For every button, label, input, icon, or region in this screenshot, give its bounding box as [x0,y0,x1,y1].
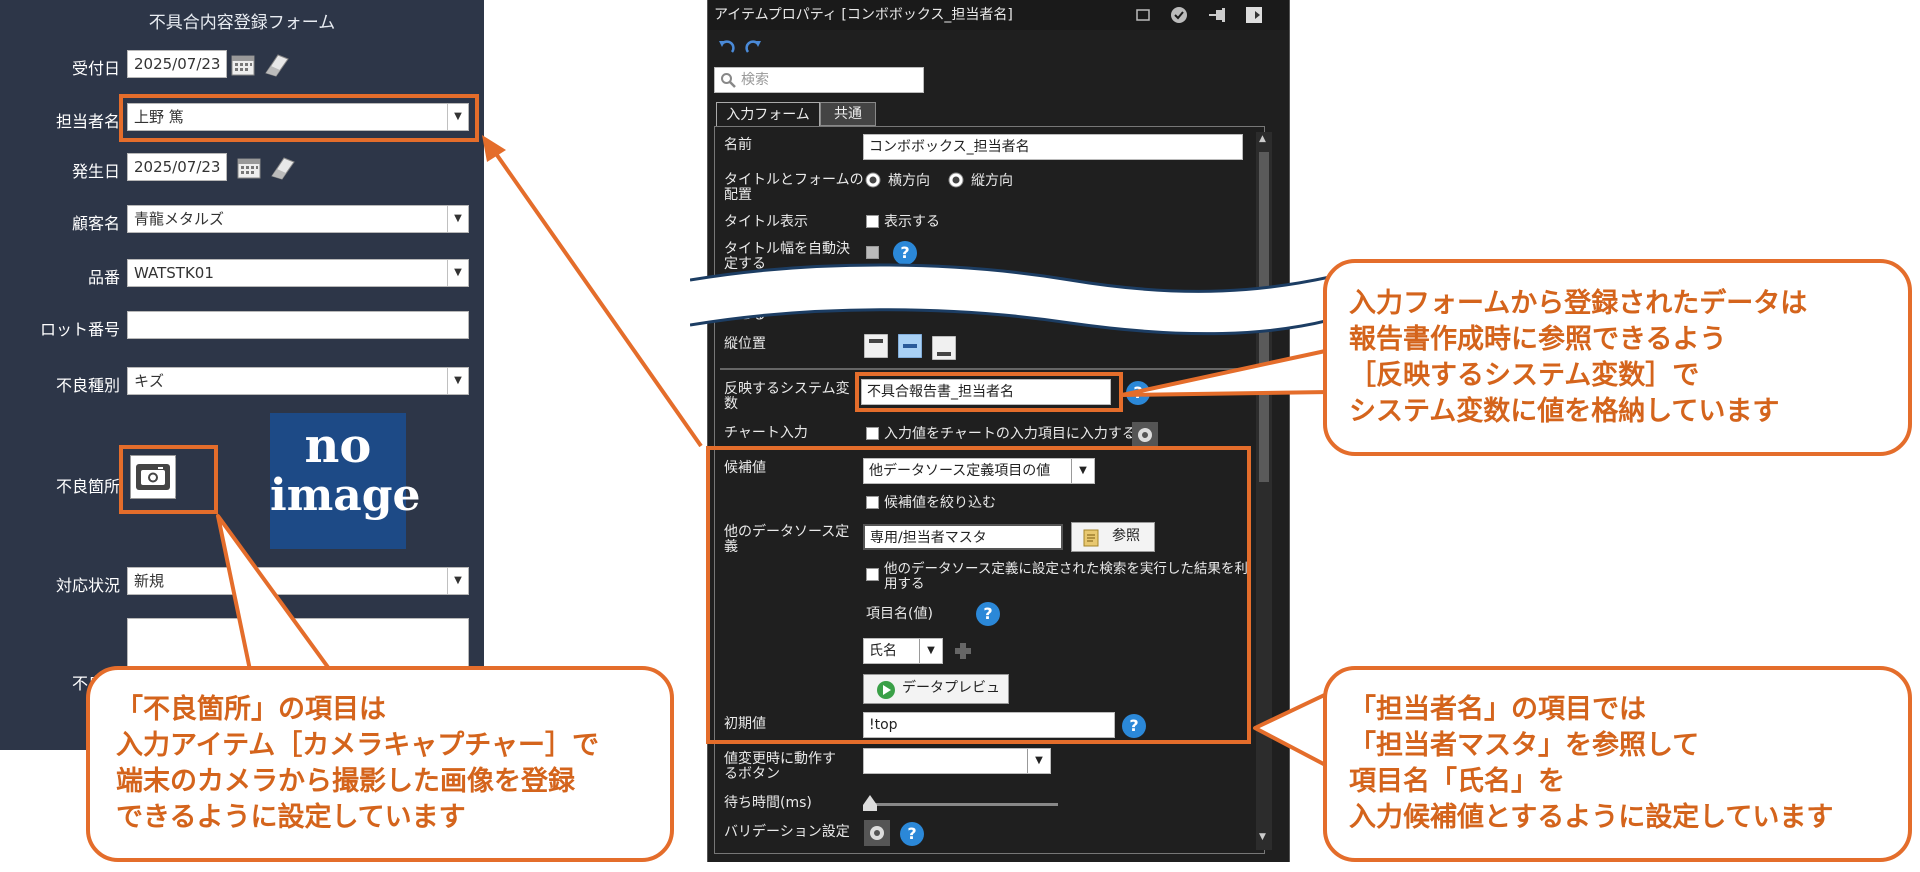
callout-defect-location: 「不良箇所」の項目は 入力アイテム［カメラキャプチャー］で 端末のカメラから撮影… [86,666,674,862]
callout-line: 入力アイテム［カメラキャプチャー］で [116,730,600,761]
callout-line: 入力フォームから登録されたデータは [1349,288,1808,319]
callout-person-in-charge: 「担当者名」の項目では 「担当者マスタ」を参照して 項目名「氏名」を 入力候補値… [1323,666,1912,862]
callout-line: 「担当者名」の項目では [1349,694,1646,725]
callout-line: 「担当者マスタ」を参照して [1349,730,1700,761]
callout-line: 「不良箇所」の項目は [116,694,386,725]
callout-system-variable: 入力フォームから登録されたデータは 報告書作成時に参照できるよう ［反映するシス… [1323,259,1912,456]
callout-line: 報告書作成時に参照できるよう [1349,324,1727,355]
callout-line: システム変数に値を格納しています [1349,396,1780,427]
callout-line: 項目名「氏名」を [1349,766,1565,797]
callout-line: 入力候補値とするように設定しています [1349,802,1834,833]
callout-line: 端末のカメラから撮影した画像を登録 [116,766,575,797]
callout-line: ［反映するシステム変数］で [1349,360,1700,391]
callout-line: できるように設定しています [116,802,466,833]
